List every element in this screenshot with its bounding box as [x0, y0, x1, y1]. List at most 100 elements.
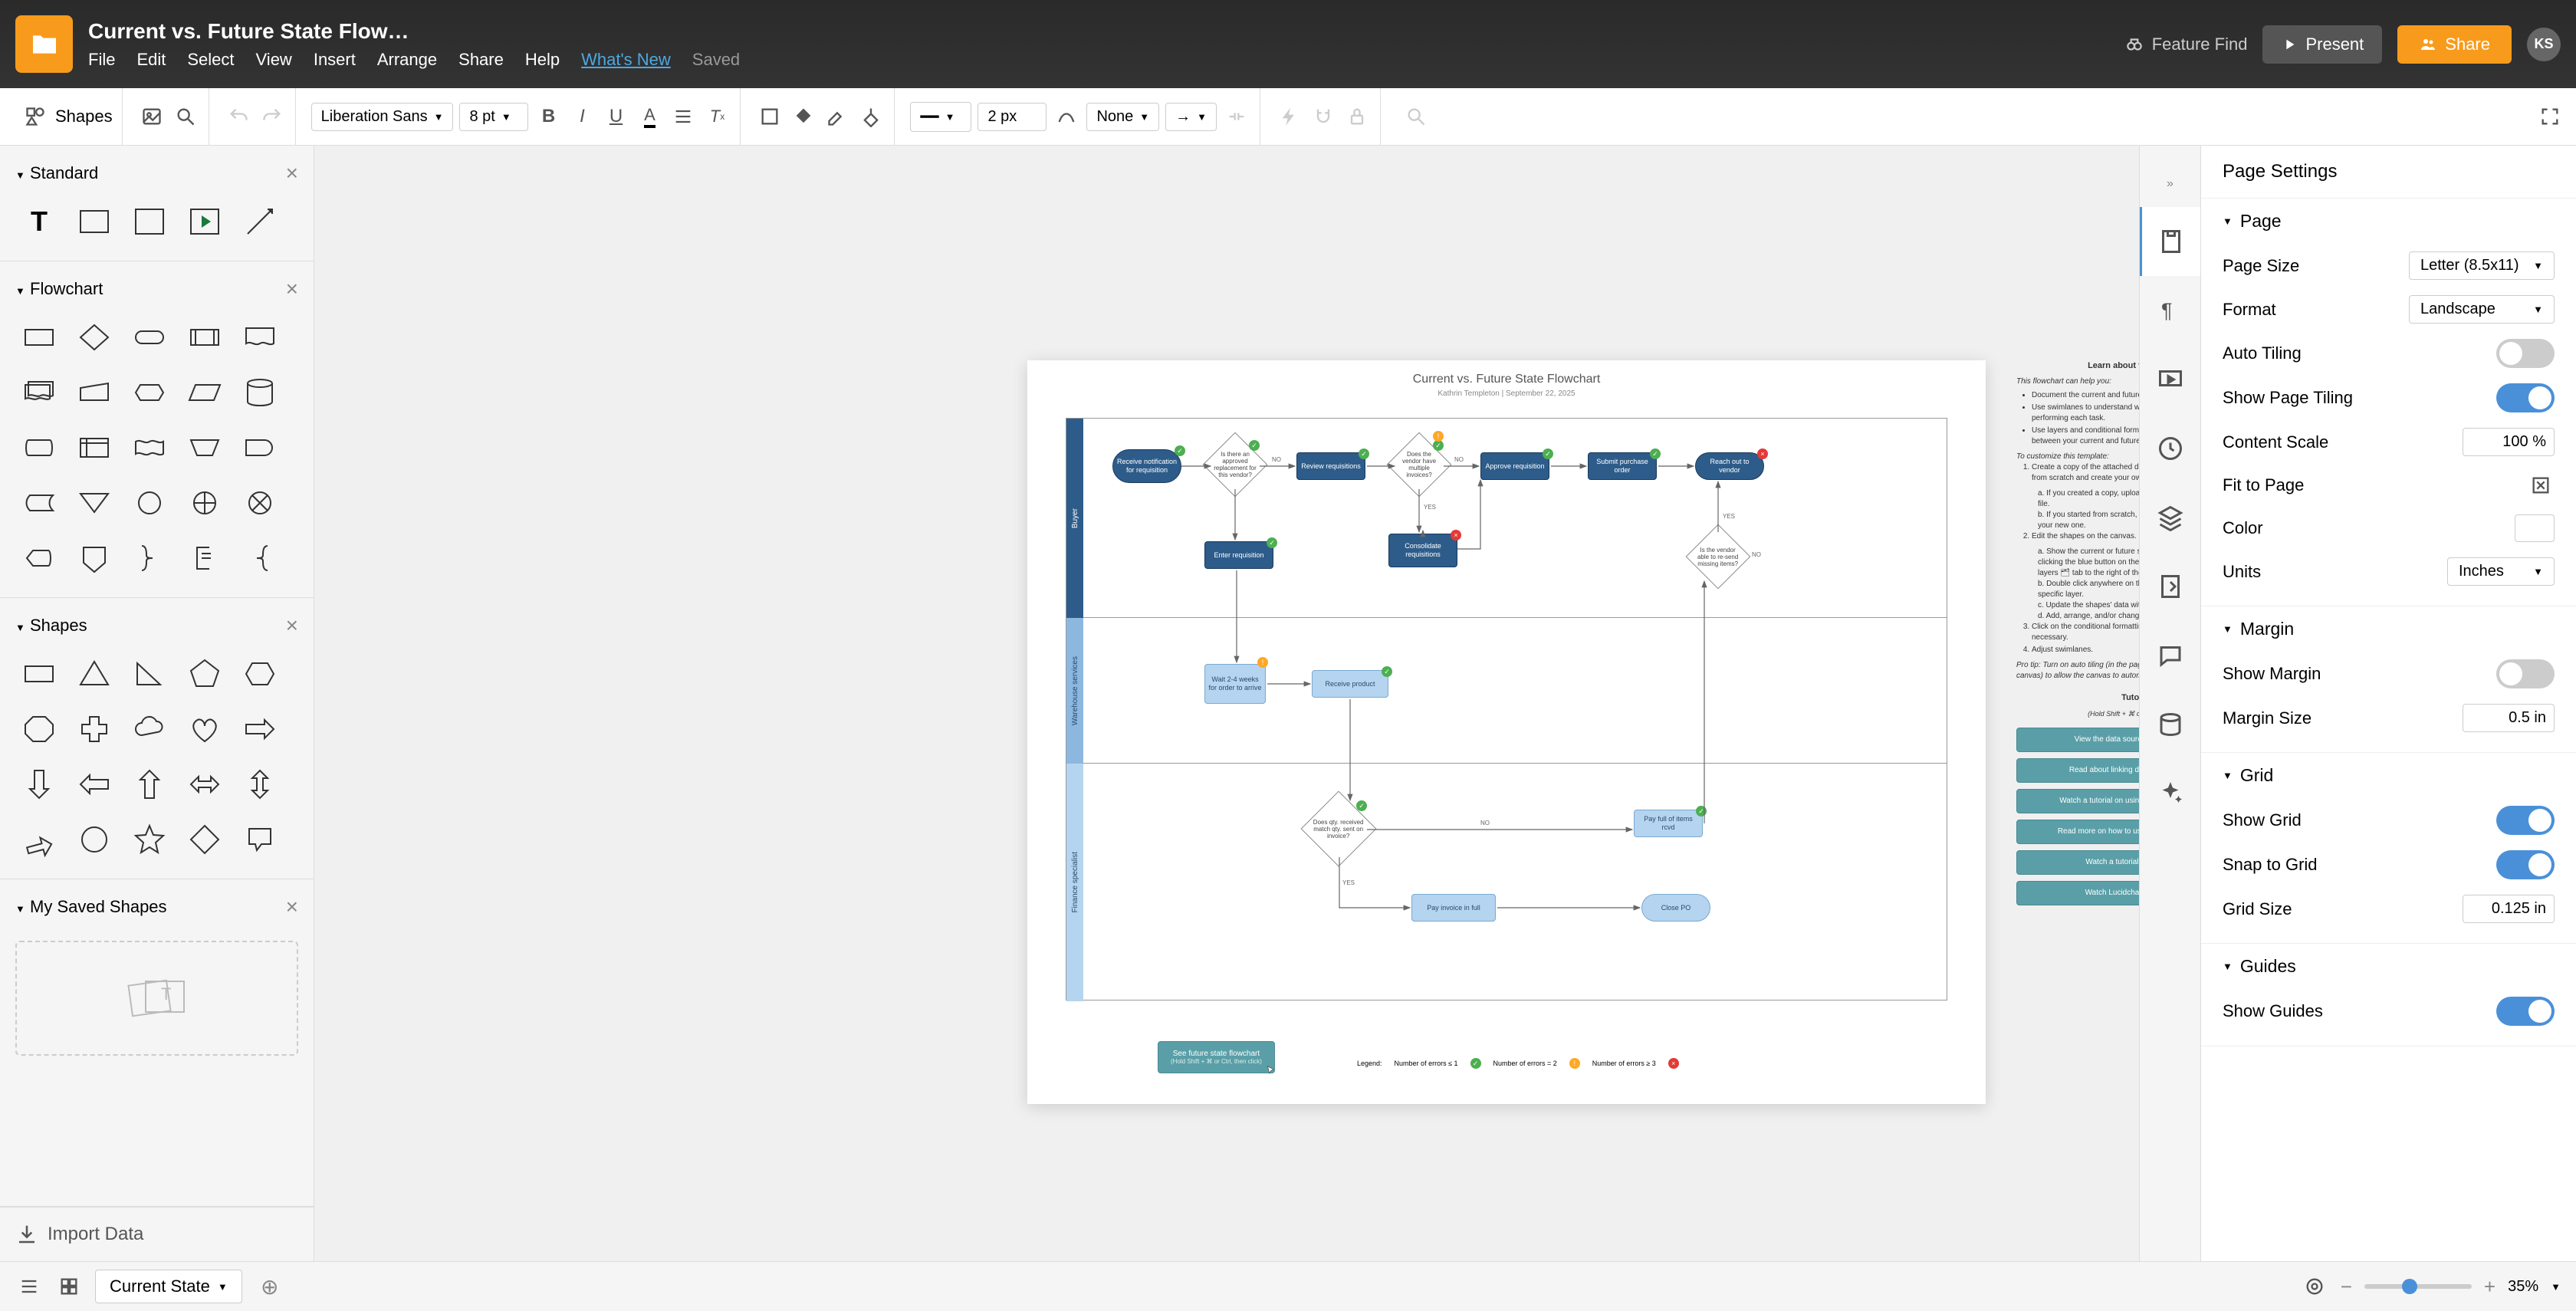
document-title[interactable]: Current vs. Future State Flow…	[88, 19, 2124, 44]
tutorial-layers[interactable]: Watch a tutorial on using layers	[2016, 850, 2139, 875]
auto-tiling-toggle[interactable]	[2496, 339, 2555, 368]
margin-section-header[interactable]: Margin	[2240, 619, 2294, 639]
arrow-start-select[interactable]: None▼	[1086, 103, 1159, 131]
whats-new-link[interactable]: What's New	[581, 50, 671, 70]
text-shape[interactable]: T	[18, 201, 60, 242]
summing-shape[interactable]	[239, 482, 281, 524]
snap-grid-toggle[interactable]	[2496, 850, 2555, 879]
fill-color-button[interactable]	[790, 103, 817, 130]
decision-shape[interactable]	[74, 317, 115, 358]
arrow-right-shape[interactable]	[239, 708, 281, 750]
target-icon[interactable]	[2301, 1273, 2328, 1300]
line-type-button[interactable]	[1053, 103, 1080, 130]
text-tab[interactable]: ¶	[2140, 276, 2200, 345]
paper-tape-shape[interactable]	[129, 427, 170, 468]
menu-file[interactable]: File	[88, 50, 115, 70]
menu-select[interactable]: Select	[187, 50, 234, 70]
doc-folder-icon[interactable]	[15, 15, 73, 73]
delay-shape[interactable]	[239, 427, 281, 468]
predefined-shape[interactable]	[184, 317, 225, 358]
text-color-button[interactable]: A	[636, 103, 663, 130]
close-standard-icon[interactable]: ×	[286, 161, 298, 186]
page-size-select[interactable]: Letter (8.5x11)▼	[2409, 251, 2555, 280]
clear-format-button[interactable]: Tx	[703, 103, 731, 130]
redo-button[interactable]	[258, 103, 286, 130]
multidoc-shape[interactable]	[18, 372, 60, 413]
user-avatar[interactable]: KS	[2527, 28, 2561, 61]
node-pay-short[interactable]: Pay full of items rcvd✓	[1634, 810, 1703, 837]
node-replacement-decision[interactable]: Is there an approved replacement for thi…	[1212, 442, 1258, 488]
tutorial-view-data[interactable]: View the data source for this flowchart	[2016, 728, 2139, 752]
node-approve-requisition[interactable]: Approve requisition✓	[1480, 452, 1549, 480]
note-bracket-shape[interactable]	[184, 537, 225, 579]
data-shape[interactable]	[184, 372, 225, 413]
or-shape[interactable]	[184, 482, 225, 524]
collapse-panel-icon[interactable]: »	[2140, 161, 2200, 207]
zoom-slider[interactable]	[2364, 1284, 2472, 1289]
stroke-width-input[interactable]: 2 px	[978, 103, 1046, 131]
arrow-end-select[interactable]: →▼	[1165, 103, 1217, 131]
menu-edit[interactable]: Edit	[136, 50, 166, 70]
document-shape[interactable]	[239, 317, 281, 358]
action-icon[interactable]	[1276, 103, 1303, 130]
standard-section-label[interactable]: Standard	[30, 163, 98, 182]
menu-share[interactable]: Share	[458, 50, 504, 70]
node-enter-requisition[interactable]: Enter requisition✓	[1204, 541, 1273, 569]
node-wait-weeks[interactable]: Wait 2-4 weeks for order to arrive!	[1204, 664, 1266, 704]
line-style-select[interactable]: ━━▼	[910, 102, 971, 132]
search-icon[interactable]	[172, 103, 199, 130]
fit-to-page-button[interactable]	[2527, 472, 2555, 499]
node-submit-po[interactable]: Submit purchase order✓	[1588, 452, 1657, 480]
menu-insert[interactable]: Insert	[314, 50, 356, 70]
menu-arrange[interactable]: Arrange	[377, 50, 437, 70]
grid-section-header[interactable]: Grid	[2240, 765, 2273, 786]
node-pay-full[interactable]: Pay invoice in full	[1411, 894, 1496, 922]
search-toolbar-icon[interactable]	[1402, 103, 1430, 130]
page-tab-current[interactable]: Current State▼	[95, 1270, 242, 1303]
terminator-shape[interactable]	[129, 317, 170, 358]
history-tab[interactable]	[2140, 414, 2200, 483]
close-flowchart-icon[interactable]: ×	[286, 277, 298, 301]
arrow-left-shape[interactable]	[74, 764, 115, 805]
page-grid-icon[interactable]	[55, 1273, 83, 1300]
actions-tab[interactable]	[2140, 552, 2200, 621]
tutorial-watch-cf[interactable]: Watch a tutorial on using conditional fo…	[2016, 789, 2139, 813]
import-data-button[interactable]: Import Data	[0, 1207, 314, 1261]
future-state-button[interactable]: See future state flowchart (Hold Shift +…	[1158, 1041, 1275, 1073]
connector-icon[interactable]	[1223, 103, 1250, 130]
border-color-button[interactable]	[823, 103, 851, 130]
menu-help[interactable]: Help	[525, 50, 560, 70]
connector-shape[interactable]	[129, 482, 170, 524]
show-guides-toggle[interactable]	[2496, 997, 2555, 1026]
align-button[interactable]	[669, 103, 697, 130]
circle-shape[interactable]	[74, 819, 115, 860]
node-review-requisitions[interactable]: Review requisitions✓	[1296, 452, 1365, 480]
close-shapes-icon[interactable]: ×	[286, 613, 298, 638]
underline-button[interactable]: U	[602, 103, 629, 130]
diamond-shape2[interactable]	[184, 819, 225, 860]
canvas[interactable]: Current vs. Future State Flowchart Kathr…	[314, 146, 2139, 1261]
shapes-panel-toggle[interactable]	[21, 103, 49, 130]
node-reach-vendor[interactable]: Reach out to vendor×	[1695, 452, 1764, 480]
shapes-section-label[interactable]: Shapes	[30, 616, 87, 635]
line-shape[interactable]	[239, 201, 281, 242]
close-saved-icon[interactable]: ×	[286, 895, 298, 919]
ai-tab[interactable]	[2140, 759, 2200, 828]
grid-size-input[interactable]	[2463, 895, 2555, 923]
note-shape[interactable]	[129, 201, 170, 242]
manual-input-shape[interactable]	[74, 372, 115, 413]
process-shape[interactable]	[18, 317, 60, 358]
node-match-decision[interactable]: Does qty. received match qty. sent on in…	[1312, 802, 1365, 856]
guides-section-header[interactable]: Guides	[2240, 956, 2296, 977]
rectangle-shape[interactable]	[18, 653, 60, 695]
right-triangle-shape[interactable]	[129, 653, 170, 695]
internal-storage-shape[interactable]	[74, 427, 115, 468]
arrow-leftright-shape[interactable]	[184, 764, 225, 805]
page-list-icon[interactable]	[15, 1273, 43, 1300]
units-select[interactable]: Inches▼	[2447, 557, 2555, 586]
presentation-tab[interactable]	[2140, 345, 2200, 414]
page-section-header[interactable]: Page	[2240, 211, 2282, 232]
show-tiling-toggle[interactable]	[2496, 383, 2555, 412]
node-consolidate[interactable]: Consolidate requisitions×	[1388, 534, 1457, 567]
layers-tab[interactable]	[2140, 483, 2200, 552]
